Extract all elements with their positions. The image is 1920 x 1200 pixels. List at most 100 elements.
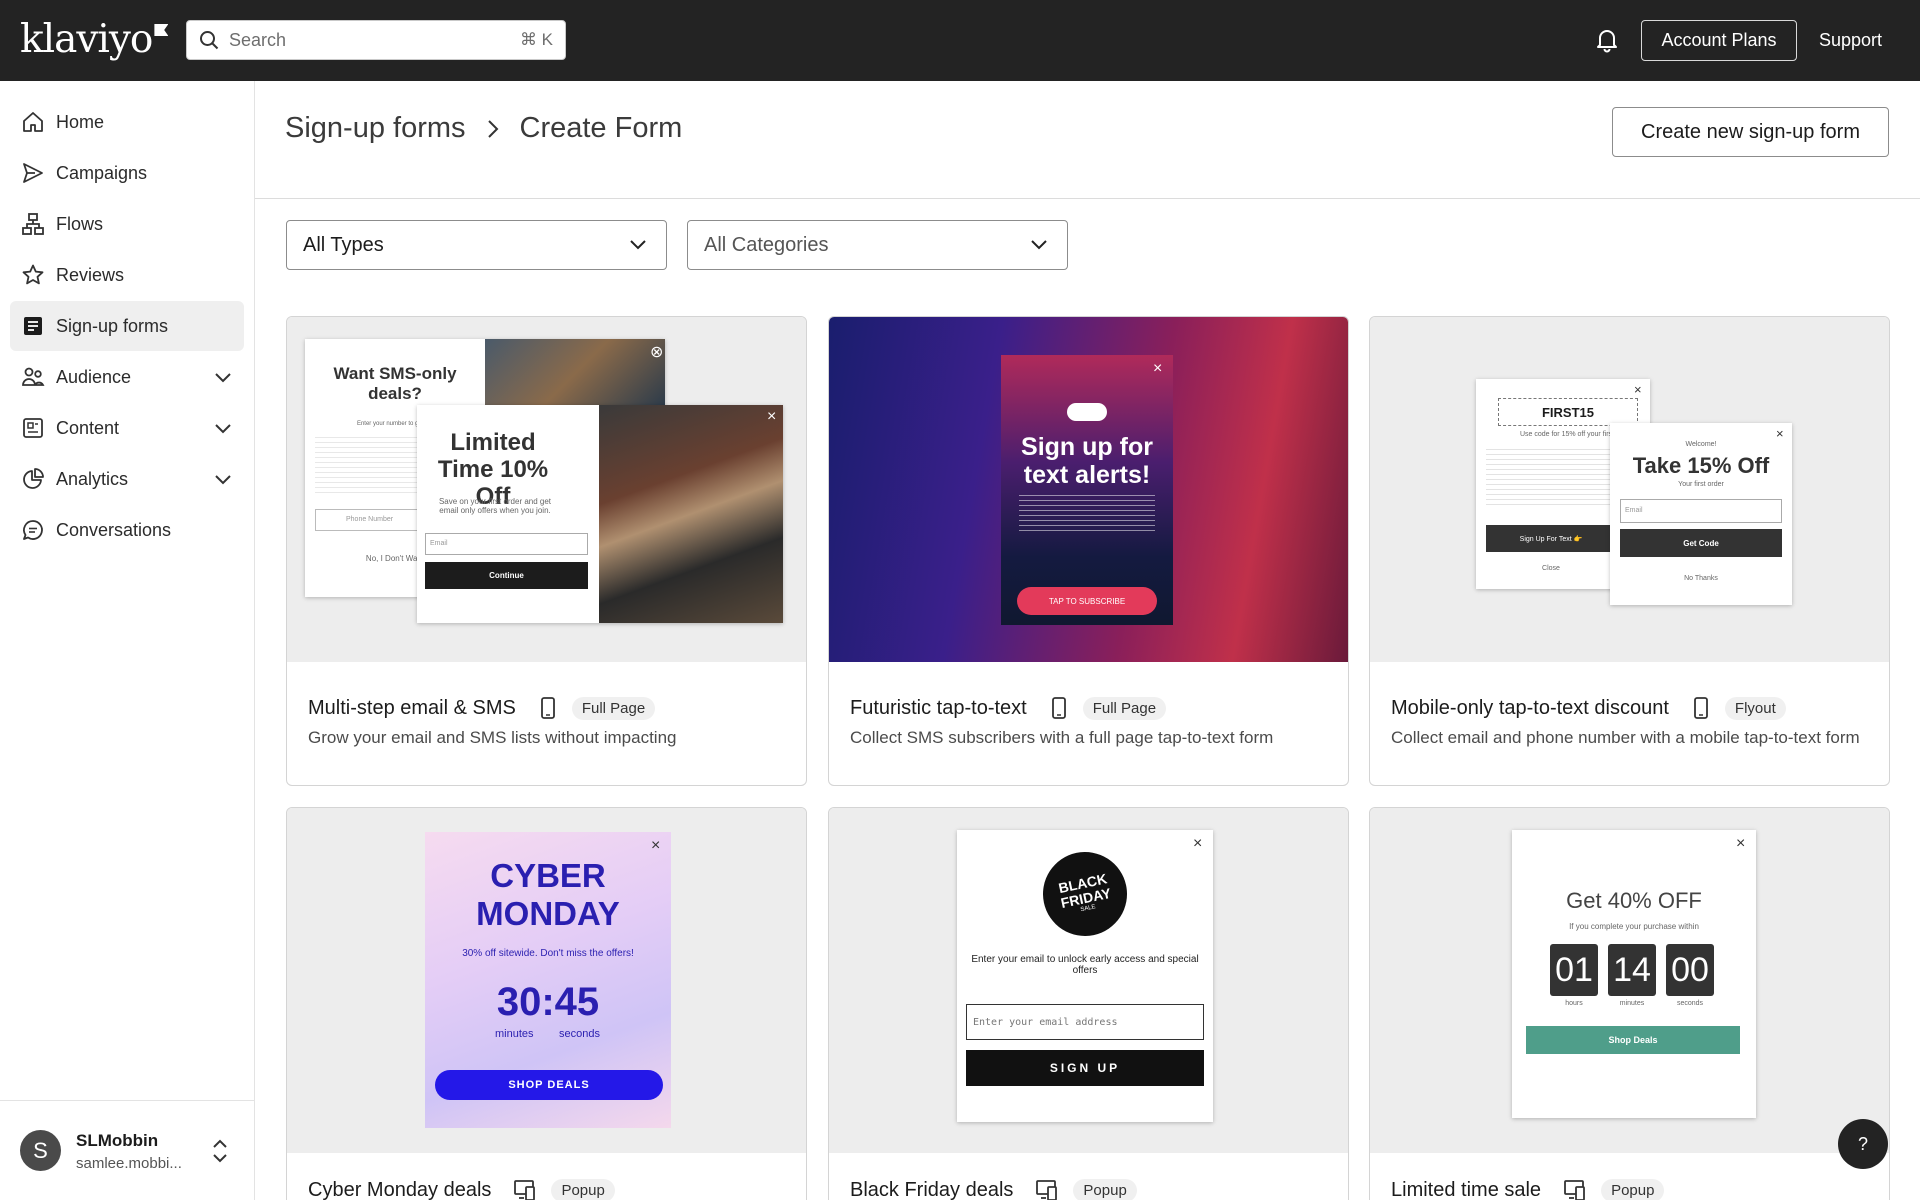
close-icon: × bbox=[767, 408, 777, 425]
sidebar-item-label: Campaigns bbox=[56, 162, 148, 183]
template-description: Collect SMS subscribers with a full page… bbox=[850, 728, 1274, 747]
user-name: SLMobbin bbox=[76, 1131, 159, 1150]
close-icon: ⊗ bbox=[650, 344, 664, 361]
support-link[interactable]: Support bbox=[1819, 30, 1882, 51]
header-divider bbox=[255, 198, 1920, 199]
preview-discount-popup: × Welcome! Take 15% Off Your first order… bbox=[1610, 423, 1792, 605]
top-bar: klaviyo Search ⌘ K Account Plans Support bbox=[0, 0, 1920, 81]
template-preview: × Sign up for text alerts! TAP TO SUBSCR… bbox=[829, 317, 1348, 662]
people-icon bbox=[20, 364, 46, 390]
page-title: Create Form bbox=[519, 112, 683, 144]
mobile-icon bbox=[1051, 697, 1066, 719]
preview-popup: × BLACK FRIDAY SALE Enter your email to … bbox=[957, 830, 1213, 1122]
search-icon bbox=[200, 31, 219, 50]
sidebar-item-campaigns[interactable]: Campaigns bbox=[10, 148, 244, 198]
sidebar-item-flows[interactable]: Flows bbox=[10, 199, 244, 249]
sidebar-item-analytics[interactable]: Analytics bbox=[10, 454, 244, 504]
close-icon: × bbox=[1153, 360, 1163, 377]
content-icon bbox=[20, 415, 46, 441]
chevron-down-icon bbox=[630, 240, 646, 250]
form-type-badge: Full Page bbox=[1082, 696, 1167, 720]
template-card[interactable]: × BLACK FRIDAY SALE Enter your email to … bbox=[828, 807, 1349, 1200]
template-card[interactable]: × Sign up for text alerts! TAP TO SUBSCR… bbox=[828, 316, 1349, 786]
close-icon: × bbox=[651, 837, 661, 854]
user-email: samlee.mobbi... bbox=[76, 1155, 182, 1172]
preview-email-popup: Limited Time 10% Off Save on your first … bbox=[417, 405, 783, 623]
klaviyo-logo[interactable]: klaviyo bbox=[20, 20, 169, 59]
sidebar-item-signup-forms[interactable]: Sign-up forms bbox=[10, 301, 244, 351]
close-icon: × bbox=[1193, 835, 1203, 852]
preview-popup: × CYBER MONDAY 30% off sitewide. Don't m… bbox=[425, 832, 671, 1128]
preview-popup: × Get 40% OFF If you complete your purch… bbox=[1512, 830, 1756, 1118]
chat-bubble-icon bbox=[1067, 403, 1107, 421]
chat-icon bbox=[20, 517, 46, 543]
categories-select[interactable]: All Categories bbox=[687, 220, 1068, 270]
template-preview: × CYBER MONDAY 30% off sitewide. Don't m… bbox=[287, 808, 806, 1153]
categories-select-value: All Categories bbox=[704, 233, 829, 256]
sidebar-item-label: Home bbox=[56, 111, 105, 132]
chevron-right-icon bbox=[487, 119, 498, 138]
template-preview: × BLACK FRIDAY SALE Enter your email to … bbox=[829, 808, 1348, 1153]
sidebar-item-label: Conversations bbox=[56, 519, 172, 540]
sidebar-item-label: Audience bbox=[56, 366, 132, 387]
template-title: Cyber Monday deals bbox=[308, 1178, 492, 1200]
form-type-badge: Full Page bbox=[571, 696, 656, 720]
template-card[interactable]: × CYBER MONDAY 30% off sitewide. Don't m… bbox=[286, 807, 807, 1200]
chevron-down-icon bbox=[215, 424, 231, 434]
chevron-updown-icon bbox=[213, 1139, 227, 1163]
pie-chart-icon bbox=[20, 466, 46, 492]
form-type-badge: Popup bbox=[551, 1178, 615, 1200]
star-icon bbox=[20, 262, 46, 288]
form-type-badge: Popup bbox=[1073, 1178, 1137, 1200]
template-title: Limited time sale bbox=[1391, 1178, 1542, 1200]
template-title: Multi-step email & SMS bbox=[308, 696, 516, 719]
search-input[interactable]: Search ⌘ K bbox=[186, 20, 566, 60]
form-type-badge: Flyout bbox=[1724, 696, 1786, 720]
create-signup-form-button[interactable]: Create new sign-up form bbox=[1612, 107, 1889, 157]
sidebar-item-home[interactable]: Home bbox=[10, 97, 244, 147]
bell-icon[interactable] bbox=[1594, 27, 1620, 53]
close-icon: × bbox=[1776, 426, 1784, 441]
search-shortcut: ⌘ K bbox=[519, 30, 553, 49]
sidebar-item-label: Analytics bbox=[56, 468, 129, 489]
account-plans-button[interactable]: Account Plans bbox=[1641, 20, 1797, 61]
search-placeholder: Search bbox=[229, 29, 287, 50]
sidebar-item-reviews[interactable]: Reviews bbox=[10, 250, 244, 300]
desktop-mobile-icon bbox=[1036, 1180, 1058, 1200]
chevron-down-icon bbox=[215, 475, 231, 485]
sidebar-item-label: Content bbox=[56, 417, 120, 438]
template-title: Black Friday deals bbox=[850, 1178, 1014, 1200]
template-title: Futuristic tap-to-text bbox=[850, 696, 1027, 719]
avatar: S bbox=[20, 1130, 61, 1171]
breadcrumb: Sign-up forms Create Form bbox=[285, 112, 682, 145]
template-card[interactable]: Want SMS-only deals? Enter your number t… bbox=[286, 316, 807, 786]
close-icon: × bbox=[1736, 835, 1746, 852]
chevron-down-icon bbox=[215, 373, 231, 383]
types-select[interactable]: All Types bbox=[286, 220, 667, 270]
home-icon bbox=[20, 109, 46, 135]
breadcrumb-signup-forms[interactable]: Sign-up forms bbox=[285, 112, 466, 145]
sidebar-item-content[interactable]: Content bbox=[10, 403, 244, 453]
sidebar-item-label: Sign-up forms bbox=[56, 315, 169, 336]
sidebar: Home Campaigns Flows Reviews Sign-up for… bbox=[0, 81, 255, 1200]
sidebar-item-audience[interactable]: Audience bbox=[10, 352, 244, 402]
template-title: Mobile-only tap-to-text discount bbox=[1391, 696, 1669, 719]
template-preview: × Get 40% OFF If you complete your purch… bbox=[1370, 808, 1889, 1153]
account-switcher[interactable]: S SLMobbin samlee.mobbi... bbox=[0, 1100, 254, 1200]
types-select-value: All Types bbox=[303, 233, 384, 256]
form-type-badge: Popup bbox=[1601, 1178, 1665, 1200]
mobile-icon bbox=[1694, 697, 1708, 719]
help-button[interactable]: ? bbox=[1838, 1119, 1888, 1169]
template-card[interactable]: × Get 40% OFF If you complete your purch… bbox=[1369, 807, 1890, 1200]
form-icon bbox=[20, 313, 46, 339]
template-description: Grow your email and SMS lists without im… bbox=[308, 728, 677, 747]
flows-icon bbox=[20, 211, 46, 237]
template-card[interactable]: × FIRST15 Use code for 15% off your firs… bbox=[1369, 316, 1890, 786]
desktop-mobile-icon bbox=[1564, 1180, 1585, 1200]
sidebar-item-label: Flows bbox=[56, 213, 104, 234]
sidebar-item-conversations[interactable]: Conversations bbox=[10, 505, 244, 555]
desktop-mobile-icon bbox=[514, 1180, 536, 1200]
sidebar-item-label: Reviews bbox=[56, 264, 125, 285]
template-preview: × FIRST15 Use code for 15% off your firs… bbox=[1370, 317, 1889, 662]
black-friday-seal: BLACK FRIDAY SALE bbox=[1035, 844, 1135, 944]
